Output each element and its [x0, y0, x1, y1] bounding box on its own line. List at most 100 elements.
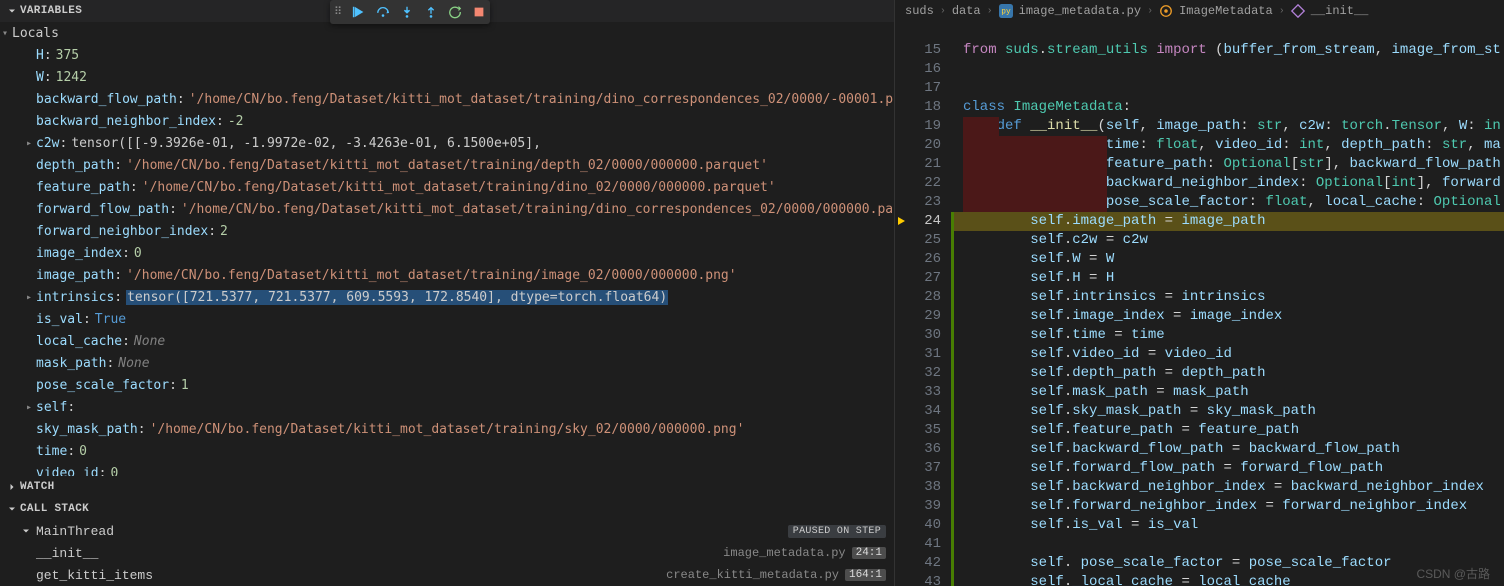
variable-value: '/home/CN/bo.feng/Dataset/kitti_mot_data… [126, 268, 736, 283]
line-gutter[interactable]: 1516171819202122232425262728293031323334… [895, 22, 951, 586]
breadcrumb-item[interactable]: __init__ [1311, 4, 1369, 18]
step-into-button[interactable] [400, 5, 414, 19]
code-line[interactable]: from suds.stream_utils import (buffer_fr… [951, 41, 1504, 60]
code-line[interactable]: self.forward_neighbor_index = forward_ne… [951, 497, 1504, 516]
code-line[interactable]: self.feature_path = feature_path [951, 421, 1504, 440]
diff-added-marker [951, 250, 954, 269]
diff-removed-marker [963, 117, 999, 136]
variable-row[interactable]: video_id: 0 [0, 462, 894, 476]
chevron-right-icon: ▸ [22, 402, 36, 413]
code-editor[interactable]: 1516171819202122232425262728293031323334… [895, 22, 1504, 586]
code-line[interactable]: def __init__(self, image_path: str, c2w:… [951, 117, 1504, 136]
code-line[interactable]: self.intrinsics = intrinsics [951, 288, 1504, 307]
code-line[interactable]: self.video_id = video_id [951, 345, 1504, 364]
callstack-thread-row[interactable]: MainThread PAUSED ON STEP [0, 520, 894, 542]
code-line[interactable]: feature_path: Optional[str], backward_fl… [951, 155, 1504, 174]
variable-key: image_path [36, 268, 114, 283]
variable-value: True [95, 312, 126, 327]
variable-key: feature_path [36, 180, 130, 195]
code-line[interactable]: class ImageMetadata: [951, 98, 1504, 117]
step-over-button[interactable] [376, 5, 390, 19]
variable-row[interactable]: depth_path: '/home/CN/bo.feng/Dataset/ki… [0, 154, 894, 176]
variable-row[interactable]: forward_flow_path: '/home/CN/bo.feng/Dat… [0, 198, 894, 220]
code-line[interactable]: self.backward_flow_path = backward_flow_… [951, 440, 1504, 459]
callstack-frame[interactable]: __init__image_metadata.py24:1 [0, 542, 894, 564]
chevron-right-icon [6, 481, 18, 493]
code-line[interactable] [951, 60, 1504, 79]
variable-row[interactable]: backward_neighbor_index: -2 [0, 110, 894, 132]
variable-value: 375 [56, 48, 79, 63]
code-line[interactable]: backward_neighbor_index: Optional[int], … [951, 174, 1504, 193]
code-line[interactable]: self.c2w = c2w [951, 231, 1504, 250]
step-out-button[interactable] [424, 5, 438, 19]
stop-button[interactable] [472, 5, 486, 19]
code-line[interactable]: self.H = H [951, 269, 1504, 288]
breadcrumb-item[interactable]: image_metadata.py [1019, 4, 1141, 18]
chevron-down-icon [20, 525, 32, 537]
diff-added-marker [951, 554, 954, 573]
frame-position: 24:1 [852, 547, 886, 559]
variable-row[interactable]: image_index: 0 [0, 242, 894, 264]
variable-key: forward_flow_path [36, 202, 169, 217]
variable-row[interactable]: H: 375 [0, 44, 894, 66]
code-line[interactable]: self.image_index = image_index [951, 307, 1504, 326]
variable-row[interactable]: mask_path: None [0, 352, 894, 374]
code-line[interactable]: pose_scale_factor: float, local_cache: O… [951, 193, 1504, 212]
variable-row[interactable]: local_cache: None [0, 330, 894, 352]
method-icon [1291, 4, 1305, 18]
variable-key: time [36, 444, 67, 459]
variable-row[interactable]: image_path: '/home/CN/bo.feng/Dataset/ki… [0, 264, 894, 286]
code-line[interactable] [951, 22, 1504, 41]
variable-row[interactable]: ▸intrinsics: tensor([721.5377, 721.5377,… [0, 286, 894, 308]
breadcrumb-item[interactable]: ImageMetadata [1179, 4, 1273, 18]
code-line[interactable]: self.forward_flow_path = forward_flow_pa… [951, 459, 1504, 478]
code-area[interactable]: from suds.stream_utils import (buffer_fr… [951, 22, 1504, 586]
code-line[interactable]: self.sky_mask_path = sky_mask_path [951, 402, 1504, 421]
continue-button[interactable] [352, 5, 366, 19]
diff-added-marker [951, 383, 954, 402]
code-line[interactable]: self.mask_path = mask_path [951, 383, 1504, 402]
variable-row[interactable]: ▸c2w: tensor([[-9.3926e-01, -1.9972e-02,… [0, 132, 894, 154]
variable-row[interactable]: time: 0 [0, 440, 894, 462]
variable-value: 1242 [56, 70, 87, 85]
variable-row[interactable]: pose_scale_factor: 1 [0, 374, 894, 396]
code-line[interactable] [951, 79, 1504, 98]
breadcrumb-item[interactable]: suds [905, 4, 934, 18]
code-line[interactable]: self.image_path = image_path [951, 212, 1504, 231]
variable-row[interactable]: feature_path: '/home/CN/bo.feng/Dataset/… [0, 176, 894, 198]
code-line[interactable]: self.depth_path = depth_path [951, 364, 1504, 383]
watch-section-header[interactable]: WATCH [0, 476, 894, 498]
breadcrumb[interactable]: suds›data›pyimage_metadata.py›ImageMetad… [895, 0, 1504, 22]
variable-row[interactable]: sky_mask_path: '/home/CN/bo.feng/Dataset… [0, 418, 894, 440]
code-line[interactable]: self.time = time [951, 326, 1504, 345]
drag-handle-icon[interactable]: ⠿ [334, 5, 342, 19]
diff-added-marker [951, 212, 954, 231]
code-line[interactable]: self.is_val = is_val [951, 516, 1504, 535]
variable-value: 0 [134, 246, 142, 261]
callstack-frame[interactable]: get_kitti_itemscreate_kitti_metadata.py1… [0, 564, 894, 586]
code-line[interactable] [951, 535, 1504, 554]
frame-name: get_kitti_items [36, 568, 153, 583]
variable-row[interactable]: W: 1242 [0, 66, 894, 88]
frame-position: 164:1 [845, 569, 886, 581]
locals-scope-header[interactable]: ▾ Locals [0, 22, 894, 44]
variable-row[interactable]: is_val: True [0, 308, 894, 330]
variable-key: sky_mask_path [36, 422, 138, 437]
watch-section-title: WATCH [20, 481, 55, 493]
callstack-section-header[interactable]: CALL STACK [0, 498, 894, 520]
variable-row[interactable]: backward_flow_path: '/home/CN/bo.feng/Da… [0, 88, 894, 110]
code-line[interactable]: self.W = W [951, 250, 1504, 269]
debug-toolbar[interactable]: ⠿ [330, 0, 490, 24]
code-line[interactable]: time: float, video_id: int, depth_path: … [951, 136, 1504, 155]
execution-pointer-icon [897, 215, 909, 227]
variable-key: W [36, 70, 44, 85]
variable-row[interactable]: forward_neighbor_index: 2 [0, 220, 894, 242]
code-line[interactable]: self.backward_neighbor_index = backward_… [951, 478, 1504, 497]
diff-added-marker [951, 269, 954, 288]
variable-row[interactable]: ▸self: [0, 396, 894, 418]
breadcrumb-item[interactable]: data [952, 4, 981, 18]
variable-key: H [36, 48, 44, 63]
chevron-right-icon: › [987, 6, 993, 17]
diff-added-marker [951, 345, 954, 364]
restart-button[interactable] [448, 5, 462, 19]
